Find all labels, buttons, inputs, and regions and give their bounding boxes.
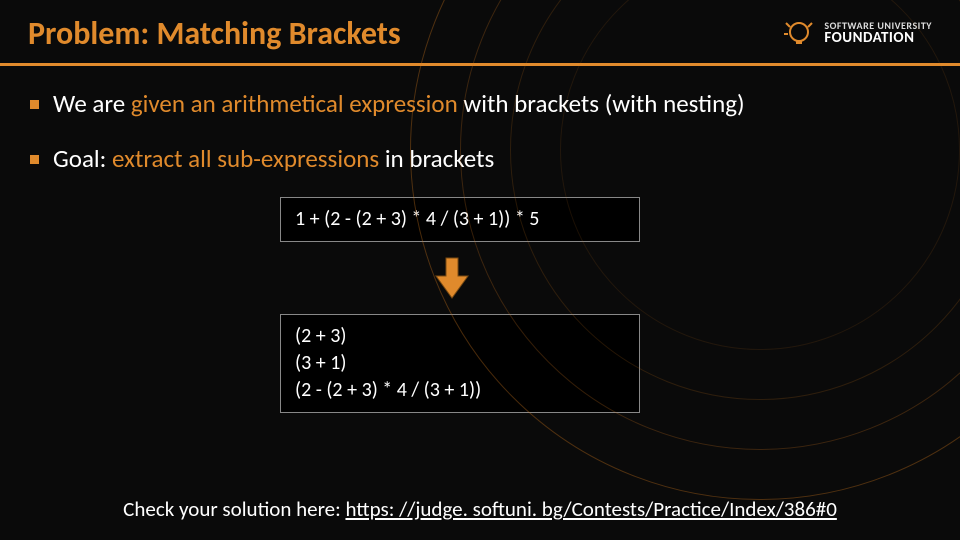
output-expressions-box: (2 + 3) (3 + 1) (2 - (2 + 3) * 4 / (3 + … [280,314,640,413]
bullet-2-highlight: extract all sub-expressions [112,143,379,174]
bullet-2: Goal: extract all sub-expressions in bra… [30,143,930,176]
content: We are given an arithmetical expression … [0,66,960,413]
logo: SOFTWARE UNIVERSITY FOUNDATION [782,17,932,51]
bullet-1-post: with brackets (with nesting) [458,88,745,119]
output-line: (2 - (2 + 3) * 4 / (3 + 1)) [295,377,625,404]
bullet-1-highlight: given an arithmetical expression [131,88,458,119]
solution-link[interactable]: https: //judge. softuni. bg/Contests/Pra… [345,496,836,522]
title-bar: Problem: Matching Brackets SOFTWARE UNIV… [0,0,960,66]
bullet-icon [30,155,39,164]
input-expression-box: 1 + (2 - (2 + 3) * 4 / (3 + 1)) * 5 [280,197,640,242]
bullet-2-pre: Goal: [53,143,112,174]
bullet-1: We are given an arithmetical expression … [30,88,930,121]
footer-label: Check your solution here: [123,496,345,522]
output-line: (3 + 1) [295,350,625,377]
output-line: (2 + 3) [295,323,625,350]
lightbulb-icon [782,17,816,51]
arrow-down-icon [430,256,930,300]
page-title: Problem: Matching Brackets [28,14,401,53]
bullet-icon [30,100,39,109]
bullet-1-pre: We are [53,88,131,119]
bullet-2-post: in brackets [379,143,494,174]
footer: Check your solution here: https: //judge… [0,496,960,522]
logo-text-bottom: FOUNDATION [824,31,932,46]
